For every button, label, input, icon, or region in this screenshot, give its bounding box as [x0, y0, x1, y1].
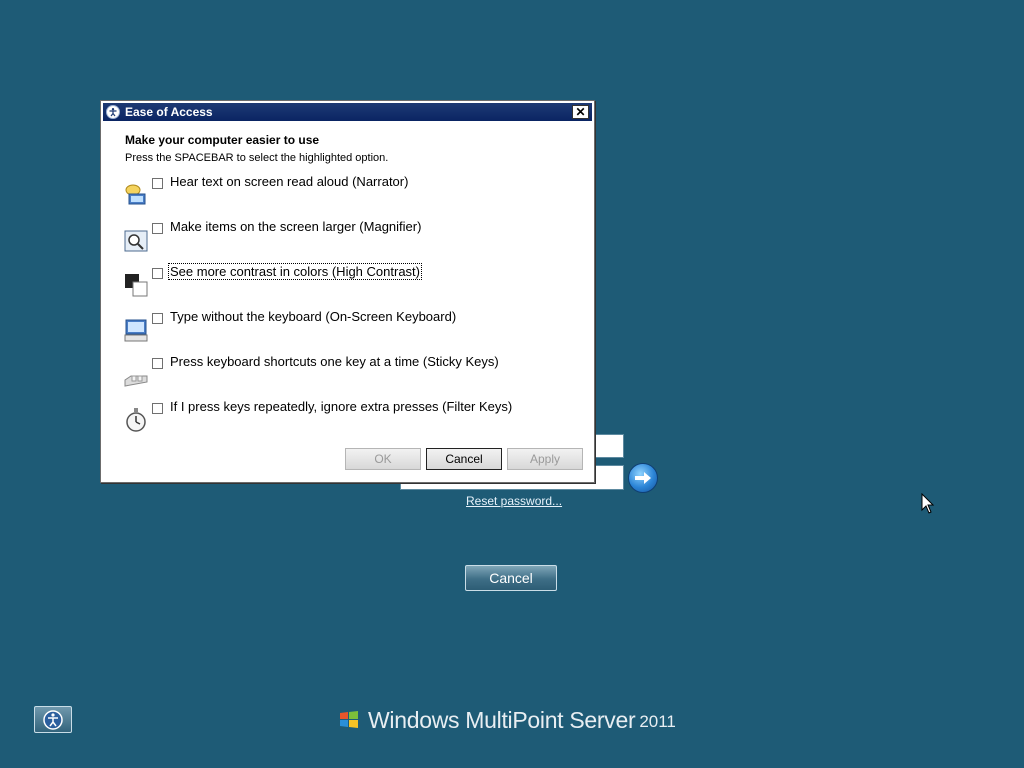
- filter-keys-checkbox[interactable]: [152, 403, 163, 414]
- magnifier-label[interactable]: Make items on the screen larger (Magnifi…: [169, 219, 422, 234]
- option-high-contrast[interactable]: See more contrast in colors (High Contra…: [123, 263, 553, 298]
- ease-of-access-dialog: Ease of Access ✕ Make your computer easi…: [100, 100, 595, 483]
- dialog-title: Ease of Access: [125, 105, 213, 119]
- option-narrator[interactable]: Hear text on screen read aloud (Narrator…: [123, 174, 553, 208]
- ease-of-access-button[interactable]: [34, 706, 72, 733]
- sticky-keys-checkbox[interactable]: [152, 358, 163, 369]
- option-sticky-keys[interactable]: Press keyboard shortcuts one key at a ti…: [123, 354, 553, 388]
- filter-keys-label[interactable]: If I press keys repeatedly, ignore extra…: [169, 399, 513, 414]
- option-filter-keys[interactable]: If I press keys repeatedly, ignore extra…: [123, 399, 553, 433]
- on-screen-keyboard-label[interactable]: Type without the keyboard (On-Screen Key…: [169, 309, 457, 324]
- sticky-keys-icon: [124, 375, 148, 387]
- option-on-screen-keyboard[interactable]: Type without the keyboard (On-Screen Key…: [123, 309, 553, 343]
- magnifier-icon: [124, 230, 148, 252]
- apply-button[interactable]: Apply: [507, 448, 583, 470]
- product-year: 2011: [639, 712, 676, 731]
- narrator-checkbox[interactable]: [152, 178, 163, 189]
- option-magnifier[interactable]: Make items on the screen larger (Magnifi…: [123, 219, 553, 253]
- login-cancel-button[interactable]: Cancel: [465, 565, 557, 591]
- narrator-icon: [125, 184, 146, 205]
- cancel-button[interactable]: Cancel: [426, 448, 502, 470]
- sticky-keys-label[interactable]: Press keyboard shortcuts one key at a ti…: [169, 354, 500, 369]
- submit-arrow-button[interactable]: [628, 463, 658, 493]
- ease-of-access-icon: [43, 709, 63, 730]
- high-contrast-icon: [125, 274, 148, 297]
- dialog-instruction: Press the SPACEBAR to select the highlig…: [125, 152, 389, 164]
- on-screen-keyboard-icon: [124, 319, 148, 342]
- product-name: Windows MultiPoint Server: [368, 706, 636, 733]
- magnifier-checkbox[interactable]: [152, 223, 163, 234]
- reset-password-link[interactable]: Reset password...: [466, 494, 562, 508]
- branding: Windows MultiPoint Server 2011: [338, 704, 676, 736]
- mouse-cursor-icon: [921, 493, 935, 514]
- high-contrast-label[interactable]: See more contrast in colors (High Contra…: [168, 263, 422, 280]
- ok-button[interactable]: OK: [345, 448, 421, 470]
- on-screen-keyboard-checkbox[interactable]: [152, 313, 163, 324]
- dialog-titlebar[interactable]: Ease of Access ✕: [103, 103, 592, 121]
- windows-logo-icon: [340, 711, 358, 728]
- ease-of-access-icon: [106, 105, 120, 119]
- filter-keys-icon: [126, 408, 146, 432]
- dialog-heading: Make your computer easier to use: [125, 133, 320, 147]
- high-contrast-checkbox[interactable]: [152, 268, 163, 279]
- close-button[interactable]: ✕: [572, 105, 589, 119]
- arrow-right-icon: [635, 472, 651, 484]
- narrator-label[interactable]: Hear text on screen read aloud (Narrator…: [169, 174, 409, 189]
